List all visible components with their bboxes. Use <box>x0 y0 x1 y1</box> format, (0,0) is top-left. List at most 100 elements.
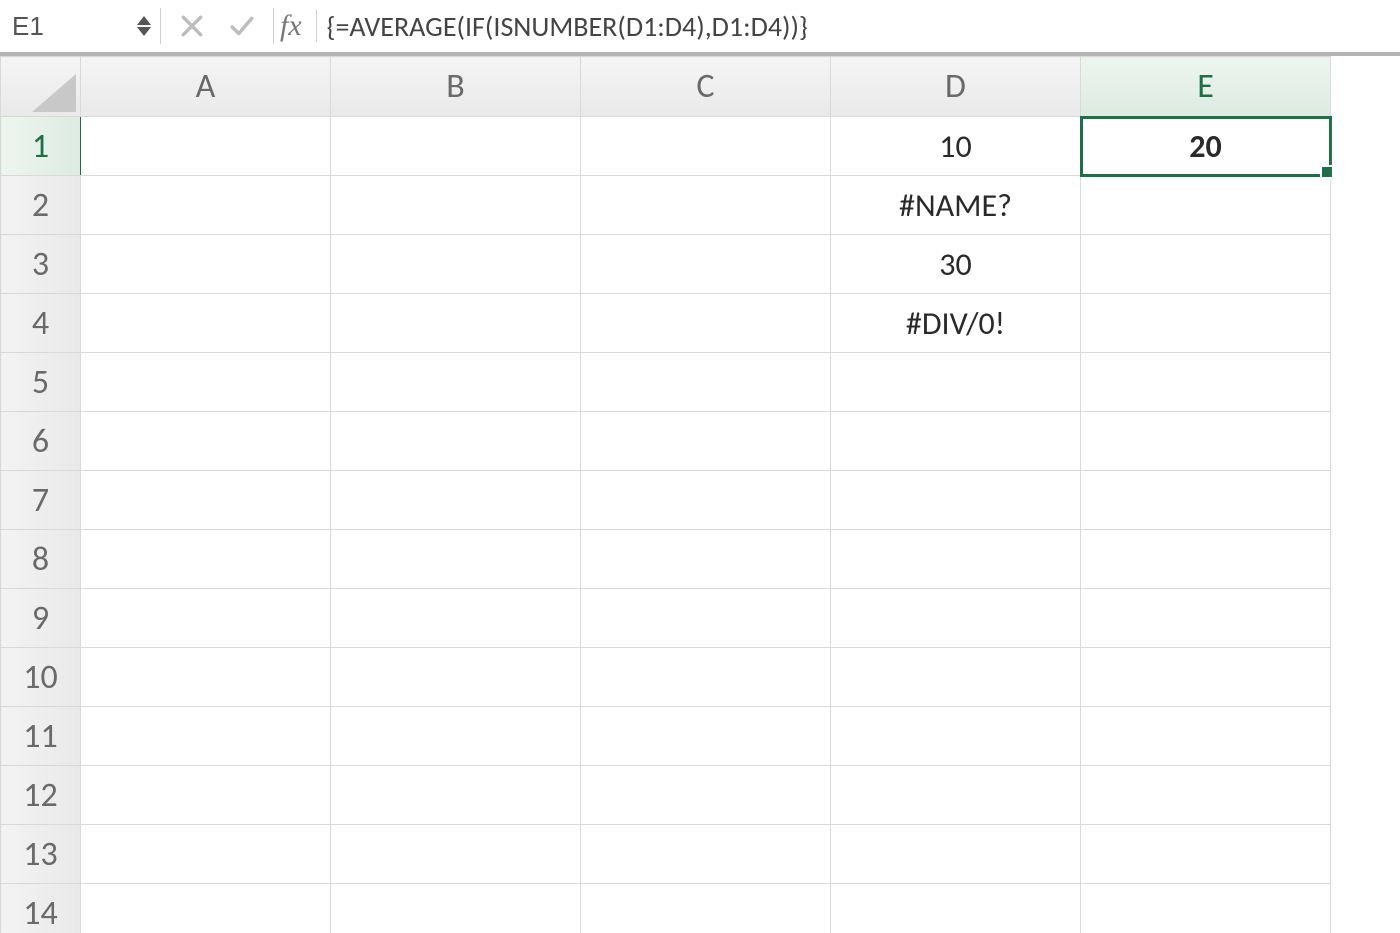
cell-D2[interactable]: #NAME? <box>831 176 1081 235</box>
fx-label[interactable]: fx <box>274 0 316 52</box>
cell-C13[interactable] <box>581 825 831 884</box>
cell-E6[interactable] <box>1081 412 1331 471</box>
cell-A3[interactable] <box>81 235 331 294</box>
cell-D11[interactable] <box>831 707 1081 766</box>
row-header-2[interactable]: 2 <box>1 176 81 235</box>
cell-B1[interactable] <box>331 117 581 176</box>
cell-E2[interactable] <box>1081 176 1331 235</box>
stepper-up-icon[interactable] <box>137 16 151 25</box>
row-header-4[interactable]: 4 <box>1 294 81 353</box>
cell-A9[interactable] <box>81 589 331 648</box>
row-header-14[interactable]: 14 <box>1 884 81 933</box>
cell-B2[interactable] <box>331 176 581 235</box>
cell-A12[interactable] <box>81 766 331 825</box>
cell-B9[interactable] <box>331 589 581 648</box>
cell-C14[interactable] <box>581 884 831 933</box>
cell-A10[interactable] <box>81 648 331 707</box>
name-box[interactable] <box>10 6 135 46</box>
cancel-formula-button[interactable] <box>179 13 205 39</box>
cell-E12[interactable] <box>1081 766 1331 825</box>
cell-C6[interactable] <box>581 412 831 471</box>
cell-D1[interactable]: 10 <box>831 117 1081 176</box>
column-header-C[interactable]: C <box>581 57 831 117</box>
cell-D7[interactable] <box>831 471 1081 530</box>
cell-D10[interactable] <box>831 648 1081 707</box>
cell-C2[interactable] <box>581 176 831 235</box>
cell-A8[interactable] <box>81 530 331 589</box>
column-header-B[interactable]: B <box>331 57 581 117</box>
cell-C9[interactable] <box>581 589 831 648</box>
confirm-formula-button[interactable] <box>229 13 255 39</box>
cell-B8[interactable] <box>331 530 581 589</box>
row-header-6[interactable]: 6 <box>1 412 81 471</box>
cell-C12[interactable] <box>581 766 831 825</box>
row-header-5[interactable]: 5 <box>1 353 81 412</box>
cell-D4[interactable]: #DIV/0! <box>831 294 1081 353</box>
cell-D12[interactable] <box>831 766 1081 825</box>
row-header-9[interactable]: 9 <box>1 589 81 648</box>
cell-A1[interactable] <box>81 117 331 176</box>
cell-C3[interactable] <box>581 235 831 294</box>
column-header-D[interactable]: D <box>831 57 1081 117</box>
cell-E8[interactable] <box>1081 530 1331 589</box>
cell-E5[interactable] <box>1081 353 1331 412</box>
cell-D5[interactable] <box>831 353 1081 412</box>
cell-D8[interactable] <box>831 530 1081 589</box>
cell-A4[interactable] <box>81 294 331 353</box>
cell-B13[interactable] <box>331 825 581 884</box>
cell-E13[interactable] <box>1081 825 1331 884</box>
cell-B5[interactable] <box>331 353 581 412</box>
cell-E4[interactable] <box>1081 294 1331 353</box>
row-header-13[interactable]: 13 <box>1 825 81 884</box>
row-header-1[interactable]: 1 <box>1 117 81 176</box>
cell-E9[interactable] <box>1081 589 1331 648</box>
cell-E3[interactable] <box>1081 235 1331 294</box>
cell-B10[interactable] <box>331 648 581 707</box>
cell-C7[interactable] <box>581 471 831 530</box>
row-header-11[interactable]: 11 <box>1 707 81 766</box>
cell-E7[interactable] <box>1081 471 1331 530</box>
cell-B14[interactable] <box>331 884 581 933</box>
cell-C1[interactable] <box>581 117 831 176</box>
cell-B3[interactable] <box>331 235 581 294</box>
select-all-corner[interactable] <box>1 57 81 117</box>
row-header-12[interactable]: 12 <box>1 766 81 825</box>
cell-C4[interactable] <box>581 294 831 353</box>
cell-D9[interactable] <box>831 589 1081 648</box>
cell-E11[interactable] <box>1081 707 1331 766</box>
cell-A2[interactable] <box>81 176 331 235</box>
formula-bar-buttons <box>161 0 273 52</box>
cell-A6[interactable] <box>81 412 331 471</box>
cell-A7[interactable] <box>81 471 331 530</box>
column-header-E[interactable]: E <box>1081 57 1331 117</box>
cell-E1[interactable]: 20 <box>1081 117 1331 176</box>
row-header-3[interactable]: 3 <box>1 235 81 294</box>
cell-B4[interactable] <box>331 294 581 353</box>
row-header-8[interactable]: 8 <box>1 530 81 589</box>
cell-A11[interactable] <box>81 707 331 766</box>
cell-D3[interactable]: 30 <box>831 235 1081 294</box>
cell-A13[interactable] <box>81 825 331 884</box>
cell-C5[interactable] <box>581 353 831 412</box>
row-header-10[interactable]: 10 <box>1 648 81 707</box>
column-header-A[interactable]: A <box>81 57 331 117</box>
cell-D13[interactable] <box>831 825 1081 884</box>
cell-C11[interactable] <box>581 707 831 766</box>
cell-E14[interactable] <box>1081 884 1331 933</box>
cell-B12[interactable] <box>331 766 581 825</box>
cell-A14[interactable] <box>81 884 331 933</box>
cancel-icon <box>179 13 205 39</box>
cell-D6[interactable] <box>831 412 1081 471</box>
cell-C10[interactable] <box>581 648 831 707</box>
cell-A5[interactable] <box>81 353 331 412</box>
formula-input[interactable] <box>317 0 1400 52</box>
cell-E10[interactable] <box>1081 648 1331 707</box>
cell-C8[interactable] <box>581 530 831 589</box>
cell-B6[interactable] <box>331 412 581 471</box>
row-header-7[interactable]: 7 <box>1 471 81 530</box>
name-box-stepper <box>137 16 154 36</box>
cell-D14[interactable] <box>831 884 1081 933</box>
stepper-down-icon[interactable] <box>137 27 151 36</box>
cell-B7[interactable] <box>331 471 581 530</box>
cell-B11[interactable] <box>331 707 581 766</box>
